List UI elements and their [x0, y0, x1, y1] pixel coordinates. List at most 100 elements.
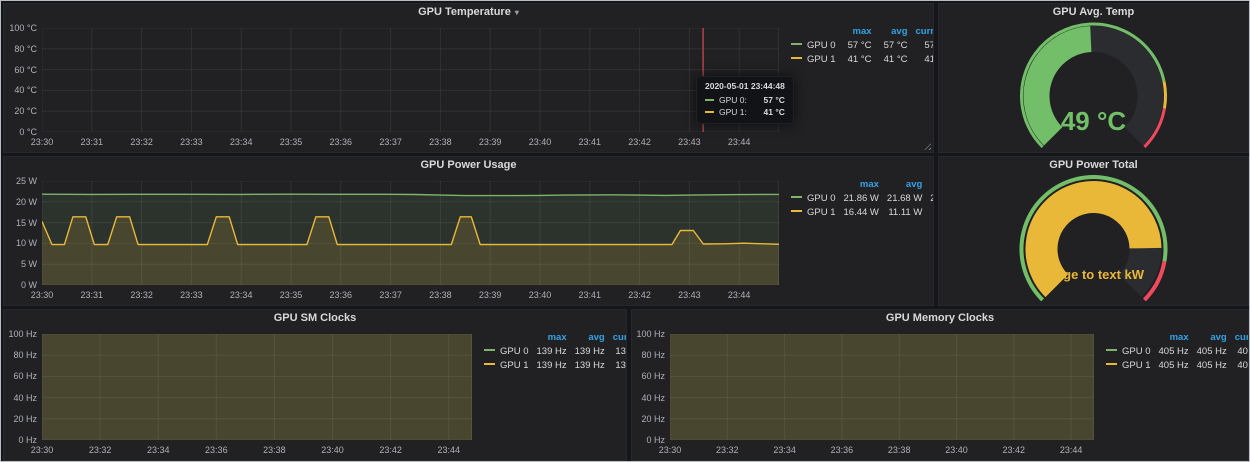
tooltip-timestamp: 2020-05-01 23:44:48	[705, 81, 785, 91]
legend-table: maxavgcurrentGPU 0405 Hz405 Hz405 HzGPU …	[1098, 330, 1249, 372]
panel-menu-caret-icon[interactable]: ▾	[515, 8, 519, 17]
legend-header-avg[interactable]: avg	[879, 177, 922, 191]
y-axis-tick-label: 25 W	[4, 176, 37, 186]
panel-title-text: GPU Temperature	[418, 6, 511, 18]
x-axis-tick-label: 23:43	[669, 290, 709, 300]
y-axis-tick-label: 80 Hz	[632, 350, 665, 360]
legend-header-spacer	[476, 330, 529, 344]
x-axis-tick-label: 23:37	[371, 137, 411, 147]
x-axis-tick-label: 23:40	[936, 445, 976, 455]
legend-value: 139 Hz	[567, 344, 605, 358]
legend-row: GPU 116.44 W11.11 W9.79 W	[783, 205, 934, 219]
y-axis-tick-label: 5 W	[4, 259, 37, 269]
legend-row: GPU 1405 Hz405 Hz405 Hz	[1098, 358, 1249, 372]
legend-header-max[interactable]: max	[1151, 330, 1189, 344]
tooltip-series-name: GPU 1:	[719, 106, 747, 118]
power-time-series-chart[interactable]: 25 W20 W15 W10 W5 W0 W23:3023:3123:3223:…	[4, 175, 783, 305]
panel-title-gpu-power-usage[interactable]: GPU Power Usage	[4, 157, 933, 175]
legend-series-name[interactable]: GPU 0	[783, 191, 836, 205]
x-axis-tick-label: 23:32	[122, 290, 162, 300]
legend-series-name[interactable]: GPU 0	[476, 344, 529, 358]
legend-header-current[interactable]: current	[922, 177, 934, 191]
x-axis-tick-label: 23:32	[122, 137, 162, 147]
legend-value: 21.77 W	[922, 191, 934, 205]
memory-clocks-time-series-chart[interactable]: 100 Hz80 Hz60 Hz40 Hz20 Hz0 Hz23:3023:32…	[632, 328, 1098, 460]
legend-row: GPU 0405 Hz405 Hz405 Hz	[1098, 344, 1249, 358]
legend-row: GPU 141 °C41 °C41 °C	[783, 52, 934, 66]
legend-header-max[interactable]: max	[529, 330, 567, 344]
panel-gpu-sm-clocks: GPU SM Clocks 100 Hz80 Hz60 Hz40 Hz20 Hz…	[3, 309, 627, 461]
legend-series-name[interactable]: GPU 0	[783, 38, 836, 52]
legend-header-current[interactable]: current	[1227, 330, 1249, 344]
legend-header-max[interactable]: max	[836, 24, 872, 38]
x-axis-tick-label: 23:34	[221, 137, 261, 147]
y-axis-tick-label: 15 W	[4, 218, 37, 228]
sm-clocks-time-series-chart[interactable]: 100 Hz80 Hz60 Hz40 Hz20 Hz0 Hz23:3023:32…	[4, 328, 476, 460]
legend-value: 405 Hz	[1189, 344, 1227, 358]
panel-gpu-memory-clocks: GPU Memory Clocks 100 Hz80 Hz60 Hz40 Hz2…	[631, 309, 1249, 461]
x-axis-tick-label: 23:42	[620, 137, 660, 147]
x-axis-tick-label: 23:35	[271, 290, 311, 300]
x-axis-tick-label: 23:35	[271, 137, 311, 147]
x-axis-tick-label: 23:31	[72, 290, 112, 300]
legend-value: 57 °C	[908, 38, 934, 52]
memory-clocks-legend: maxavgcurrentGPU 0405 Hz405 Hz405 HzGPU …	[1098, 328, 1248, 460]
x-axis-tick-label: 23:39	[470, 137, 510, 147]
y-axis-tick-label: 0 °C	[4, 127, 37, 137]
legend-header-avg[interactable]: avg	[1189, 330, 1227, 344]
y-axis-tick-label: 10 W	[4, 238, 37, 248]
panel-title-gpu-temperature[interactable]: GPU Temperature ▾	[4, 4, 933, 22]
legend-series-name[interactable]: GPU 1	[1098, 358, 1151, 372]
panel-title-text: GPU Power Total	[1049, 159, 1137, 171]
x-axis-tick-label: 23:30	[22, 290, 62, 300]
panel-title-gpu-avg-temp[interactable]: GPU Avg. Temp	[939, 4, 1248, 22]
legend-header-current[interactable]: current	[605, 330, 627, 344]
legend-value: 405 Hz	[1151, 358, 1189, 372]
tooltip-series-value: 41 °C	[764, 106, 785, 118]
legend-row: GPU 057 °C57 °C57 °C	[783, 38, 934, 52]
x-axis-tick-label: 23:41	[570, 290, 610, 300]
y-axis-tick-label: 40 Hz	[632, 393, 665, 403]
y-axis-tick-label: 60 °C	[4, 65, 37, 75]
legend-value: 21.86 W	[836, 191, 879, 205]
panel-title-gpu-memory-clocks[interactable]: GPU Memory Clocks	[632, 310, 1248, 328]
legend-row: GPU 021.86 W21.68 W21.77 W	[783, 191, 934, 205]
series-color-swatch-icon	[791, 210, 802, 212]
temperature-legend: maxavgcurrentGPU 057 °C57 °C57 °CGPU 141…	[783, 22, 933, 152]
legend-series-name[interactable]: GPU 1	[476, 358, 529, 372]
legend-table: maxavgcurrentGPU 021.86 W21.68 W21.77 WG…	[783, 177, 934, 219]
tooltip-row: GPU 1: 41 °C	[705, 106, 785, 118]
legend-series-name[interactable]: GPU 0	[1098, 344, 1151, 358]
x-axis-tick-label: 23:44	[719, 137, 759, 147]
x-axis-tick-label: 23:32	[707, 445, 747, 455]
legend-series-name[interactable]: GPU 1	[783, 205, 836, 219]
legend-header-current[interactable]: current	[908, 24, 934, 38]
x-axis-tick-label: 23:38	[420, 290, 460, 300]
legend-header-avg[interactable]: avg	[567, 330, 605, 344]
legend-header-max[interactable]: max	[836, 177, 879, 191]
panel-title-gpu-power-total[interactable]: GPU Power Total	[939, 157, 1248, 175]
legend-header-avg[interactable]: avg	[872, 24, 908, 38]
legend-table: maxavgcurrentGPU 057 °C57 °C57 °CGPU 141…	[783, 24, 934, 66]
legend-value: 57 °C	[836, 38, 872, 52]
x-axis-tick-label: 23:39	[470, 290, 510, 300]
panel-gpu-avg-temp: GPU Avg. Temp 49 °C	[938, 3, 1249, 153]
panel-title-gpu-sm-clocks[interactable]: GPU SM Clocks	[4, 310, 626, 328]
x-axis-tick-label: 23:41	[570, 137, 610, 147]
x-axis-tick-label: 23:36	[321, 290, 361, 300]
panel-gpu-temperature: GPU Temperature▾ 100 °C80 °C60 °C40 °C20…	[3, 3, 934, 153]
legend-value: 139 Hz	[605, 344, 627, 358]
legend-value: 139 Hz	[529, 358, 567, 372]
grafana-dashboard: GPU Temperature▾ 100 °C80 °C60 °C40 °C20…	[0, 0, 1250, 462]
series-color-swatch-icon	[1106, 363, 1117, 365]
power-total-gauge: range to text kW	[939, 175, 1248, 305]
legend-series-name[interactable]: GPU 1	[783, 52, 836, 66]
power-legend: maxavgcurrentGPU 021.86 W21.68 W21.77 WG…	[783, 175, 933, 305]
plot-area	[670, 334, 1094, 440]
gauge-value-text: 49 °C	[939, 106, 1248, 137]
temperature-time-series-chart[interactable]: 100 °C80 °C60 °C40 °C20 °C0 °C23:3023:31…	[4, 22, 783, 152]
x-axis-tick-label: 23:40	[313, 445, 353, 455]
x-axis-tick-label: 23:40	[520, 137, 560, 147]
y-axis-tick-label: 100 Hz	[632, 329, 665, 339]
y-axis-tick-label: 60 Hz	[4, 371, 37, 381]
